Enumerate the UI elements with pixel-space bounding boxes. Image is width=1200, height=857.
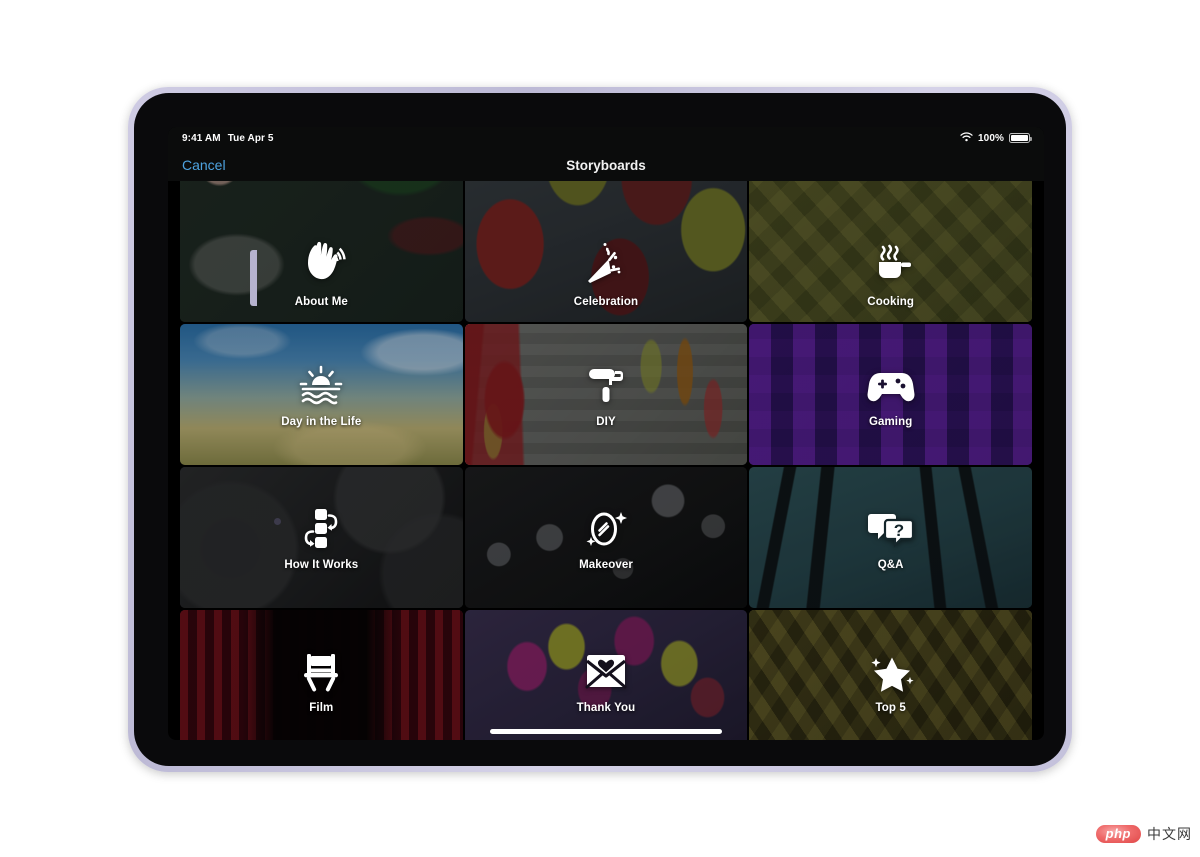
storyboard-card-gaming[interactable]: Gaming bbox=[749, 324, 1032, 465]
party-popper-icon bbox=[578, 240, 634, 288]
storyboard-card-about-me[interactable]: About Me bbox=[180, 181, 463, 322]
sunrise-water-icon bbox=[293, 362, 349, 410]
storyboard-card-celebration[interactable]: Celebration bbox=[464, 181, 748, 322]
page-title: Storyboards bbox=[566, 157, 646, 173]
ipad-device-frame: About Me Celebration Cooking Day in the … bbox=[128, 87, 1072, 772]
status-date: Tue Apr 5 bbox=[227, 132, 274, 144]
card-label: DIY bbox=[596, 415, 616, 428]
watermark-text: 中文网 bbox=[1147, 826, 1192, 842]
envelope-heart-icon bbox=[578, 648, 634, 696]
card-label: Film bbox=[309, 701, 334, 714]
card-label: Top 5 bbox=[875, 701, 906, 714]
card-label: Cooking bbox=[867, 296, 914, 308]
cancel-button[interactable]: Cancel bbox=[182, 157, 226, 173]
flowchart-icon bbox=[293, 505, 349, 553]
watermark: php 中文网 bbox=[1095, 824, 1192, 844]
storyboard-card-makeover[interactable]: Makeover bbox=[464, 467, 748, 608]
home-indicator[interactable] bbox=[490, 729, 722, 734]
status-bar-right: 100% bbox=[960, 131, 1032, 145]
status-bar-left: 9:41 AM Tue Apr 5 bbox=[182, 133, 274, 144]
storyboard-card-day-in-the-life[interactable]: Day in the Life bbox=[180, 324, 463, 465]
card-label: Makeover bbox=[579, 558, 633, 571]
card-label: Celebration bbox=[573, 296, 639, 308]
storyboards-grid[interactable]: About Me Celebration Cooking Day in the … bbox=[168, 181, 1044, 740]
gamepad-icon bbox=[863, 362, 919, 410]
battery-fill bbox=[1011, 135, 1028, 141]
watermark-logo: php bbox=[1095, 825, 1141, 843]
status-time: 9:41 AM bbox=[182, 132, 221, 144]
navigation-bar: Cancel Storyboards bbox=[168, 149, 1044, 181]
card-label: Thank You bbox=[576, 701, 636, 714]
storyboard-card-film[interactable]: Film bbox=[180, 610, 463, 740]
mirror-sparkle-icon bbox=[578, 505, 634, 553]
ipad-screen: About Me Celebration Cooking Day in the … bbox=[168, 127, 1044, 740]
battery-full-icon bbox=[1009, 133, 1032, 143]
battery-percent-label: 100% bbox=[978, 132, 1004, 144]
storyboard-card-qa[interactable]: ? Q&A bbox=[749, 467, 1032, 608]
storyboard-card-top5[interactable]: Top 5 bbox=[749, 610, 1032, 740]
director-chair-icon bbox=[293, 648, 349, 696]
storyboard-card-diy[interactable]: DIY bbox=[464, 324, 748, 465]
status-bar: 9:41 AM Tue Apr 5 100% bbox=[168, 127, 1044, 149]
card-label: Q&A bbox=[877, 558, 904, 571]
storyboard-card-thank-you[interactable]: Thank You bbox=[464, 610, 748, 740]
card-label: Gaming bbox=[868, 415, 913, 428]
paint-roller-icon bbox=[578, 362, 634, 410]
card-label: Day in the Life bbox=[281, 415, 362, 428]
steaming-pot-icon bbox=[863, 240, 919, 288]
waving-hand-icon bbox=[293, 240, 349, 288]
storyboard-card-cooking[interactable]: Cooking bbox=[749, 181, 1032, 322]
card-label: About Me bbox=[294, 296, 348, 308]
card-label: How It Works bbox=[284, 558, 359, 571]
svg-text:?: ? bbox=[893, 521, 903, 540]
wifi-icon bbox=[960, 131, 973, 145]
ipad-bezel: About Me Celebration Cooking Day in the … bbox=[134, 93, 1066, 766]
star-sparkle-icon bbox=[863, 648, 919, 696]
storyboard-card-how-it-works[interactable]: How It Works bbox=[180, 467, 463, 608]
speech-bubbles-question-icon: ? bbox=[863, 505, 919, 553]
